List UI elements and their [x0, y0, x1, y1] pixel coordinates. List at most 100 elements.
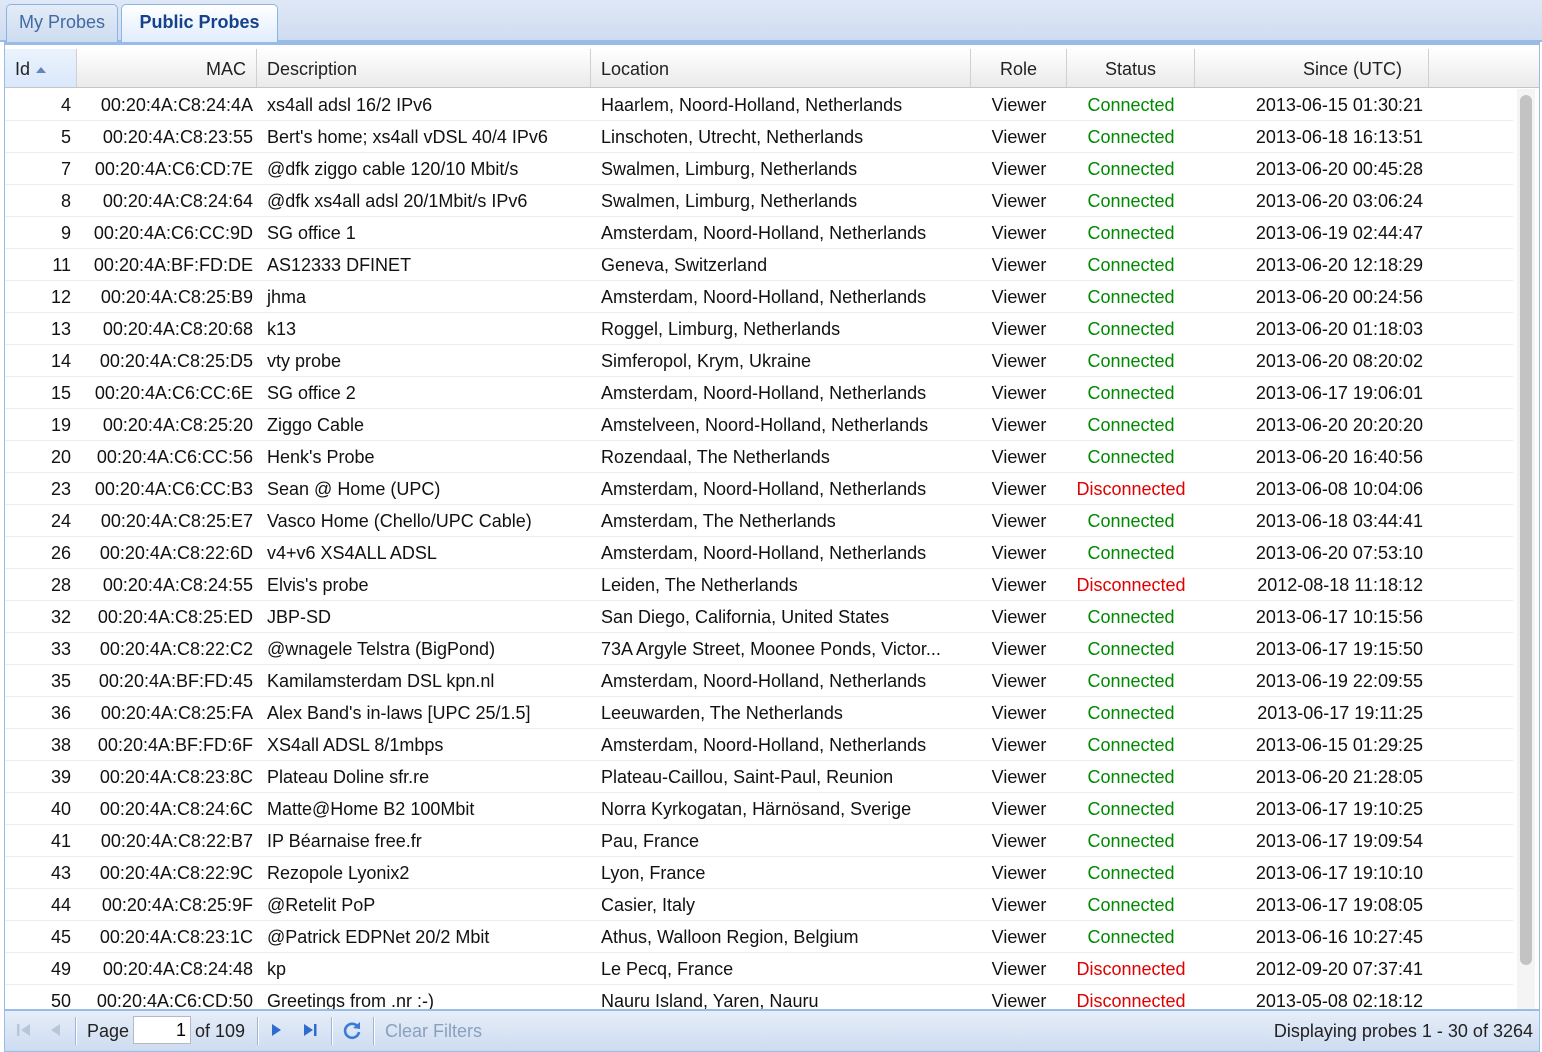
cell-since: 2013-06-17 19:06:01	[1255, 383, 1423, 403]
table-row[interactable]: 24 00:20:4A:C8:25:E7 Vasco Home (Chello/UP…	[5, 505, 1513, 537]
cell-description: @wnagele Telstra (BigPond)	[267, 639, 496, 659]
table-row[interactable]: 28 00:20:4A:C8:24:55 Elvis's probe Leiden, …	[5, 569, 1513, 601]
cell-since: 2013-06-17 19:11:25	[1257, 703, 1423, 723]
cell-status: Connected	[1087, 671, 1175, 691]
cell-role: Viewer	[991, 383, 1047, 403]
cell-role: Viewer	[991, 959, 1047, 979]
clear-filters-button[interactable]: Clear Filters	[385, 1011, 482, 1051]
column-header-status[interactable]: Status	[1067, 49, 1195, 87]
toolbar-separator	[331, 1017, 333, 1045]
cell-id: 14	[50, 351, 71, 371]
table-row[interactable]: 8 00:20:4A:C8:24:64 @dfk xs4all adsl 20/1M…	[5, 185, 1513, 217]
table-row[interactable]: 23 00:20:4A:C6:CC:B3 Sean @ Home (UPC) Amst…	[5, 473, 1513, 505]
column-header-filler	[1429, 49, 1539, 87]
table-row[interactable]: 32 00:20:4A:C8:25:ED JBP-SD San Diego, Cali…	[5, 601, 1513, 633]
cell-status: Connected	[1087, 511, 1175, 531]
cell-location: Amsterdam, Noord-Holland, Netherlands	[601, 735, 927, 755]
grid-header: Id MAC Description Location Role Status …	[5, 49, 1539, 88]
cell-id: 44	[50, 895, 71, 915]
first-page-icon[interactable]	[13, 1019, 35, 1041]
table-row[interactable]: 40 00:20:4A:C8:24:6C Matte@Home B2 100Mbit…	[5, 793, 1513, 825]
column-header-location[interactable]: Location	[591, 49, 971, 87]
cell-status: Connected	[1087, 351, 1175, 371]
cell-since: 2013-06-19 02:44:47	[1255, 223, 1423, 243]
cell-role: Viewer	[991, 671, 1047, 691]
cell-description: Sean @ Home (UPC)	[267, 479, 441, 499]
column-header-role[interactable]: Role	[971, 49, 1067, 87]
cell-since: 2013-06-16 10:27:45	[1255, 927, 1423, 947]
column-header-id[interactable]: Id	[5, 49, 77, 87]
table-row[interactable]: 7 00:20:4A:C6:CD:7E @dfk ziggo cable 120/1…	[5, 153, 1513, 185]
cell-mac: 00:20:4A:C8:24:6C	[99, 799, 253, 819]
cell-id: 32	[50, 607, 71, 627]
table-row[interactable]: 41 00:20:4A:C8:22:B7 IP Béarnaise free.fr P…	[5, 825, 1513, 857]
cell-description: Greetings from .nr :-)	[267, 991, 435, 1010]
table-row[interactable]: 44 00:20:4A:C8:25:9F @Retelit PoP Casier, I…	[5, 889, 1513, 921]
cell-mac: 00:20:4A:C8:24:4A	[100, 95, 253, 115]
cell-status: Connected	[1087, 287, 1175, 307]
vertical-scrollbar[interactable]	[1517, 89, 1535, 1009]
cell-mac: 00:20:4A:C6:CD:7E	[94, 159, 253, 179]
cell-status: Disconnected	[1076, 575, 1186, 595]
cell-location: Leiden, The Netherlands	[601, 575, 798, 595]
cell-id: 39	[50, 767, 71, 787]
table-row[interactable]: 35 00:20:4A:BF:FD:45 Kamilamsterdam DSL kp…	[5, 665, 1513, 697]
grid-body: 4 00:20:4A:C8:24:4A xs4all adsl 16/2 IPv6 H…	[5, 89, 1513, 1010]
cell-since: 2013-06-19 22:09:55	[1255, 671, 1423, 691]
table-row[interactable]: 20 00:20:4A:C6:CC:56 Henk's Probe Rozendaal…	[5, 441, 1513, 473]
prev-page-icon[interactable]	[45, 1019, 67, 1041]
cell-id: 40	[50, 799, 71, 819]
table-row[interactable]: 19 00:20:4A:C8:25:20 Ziggo Cable Amstelveen…	[5, 409, 1513, 441]
table-row[interactable]: 11 00:20:4A:BF:FD:DE AS12333 DFINET Geneva,…	[5, 249, 1513, 281]
cell-since: 2013-06-20 07:53:10	[1255, 543, 1423, 563]
cell-id: 50	[50, 991, 71, 1010]
column-header-id-label: Id	[15, 59, 31, 79]
table-row[interactable]: 26 00:20:4A:C8:22:6D v4+v6 XS4ALL ADSL Amst…	[5, 537, 1513, 569]
cell-location: Haarlem, Noord-Holland, Netherlands	[601, 95, 903, 115]
cell-mac: 00:20:4A:C8:22:C2	[99, 639, 253, 659]
cell-role: Viewer	[991, 159, 1047, 179]
cell-mac: 00:20:4A:C8:25:D5	[99, 351, 253, 371]
table-row[interactable]: 49 00:20:4A:C8:24:48 kp Le Pecq, France View…	[5, 953, 1513, 985]
tab-my-probes[interactable]: My Probes	[6, 4, 118, 42]
cell-mac: 00:20:4A:C8:22:B7	[100, 831, 253, 851]
table-row[interactable]: 38 00:20:4A:BF:FD:6F XS4all ADSL 8/1mbps Am…	[5, 729, 1513, 761]
table-row[interactable]: 33 00:20:4A:C8:22:C2 @wnagele Telstra (Big…	[5, 633, 1513, 665]
cell-location: Pau, France	[601, 831, 700, 851]
table-row[interactable]: 5 00:20:4A:C8:23:55 Bert's home; xs4all vD…	[5, 121, 1513, 153]
toolbar-separator	[257, 1017, 259, 1045]
cell-role: Viewer	[991, 575, 1047, 595]
cell-status: Connected	[1087, 863, 1175, 883]
cell-location: Norra Kyrkogatan, Härnösand, Sverige	[601, 799, 912, 819]
tab-public-probes[interactable]: Public Probes	[121, 4, 278, 44]
table-row[interactable]: 12 00:20:4A:C8:25:B9 jhma Amsterdam, Noord-…	[5, 281, 1513, 313]
table-row[interactable]: 50 00:20:4A:C6:CD:50 Greetings from .nr :-…	[5, 985, 1513, 1010]
table-row[interactable]: 36 00:20:4A:C8:25:FA Alex Band's in-laws […	[5, 697, 1513, 729]
cell-id: 12	[50, 287, 71, 307]
table-row[interactable]: 43 00:20:4A:C8:22:9C Rezopole Lyonix2 Lyon,…	[5, 857, 1513, 889]
column-header-mac[interactable]: MAC	[77, 49, 257, 87]
cell-role: Viewer	[991, 799, 1047, 819]
cell-location: Athus, Walloon Region, Belgium	[601, 927, 859, 947]
scrollbar-thumb[interactable]	[1520, 95, 1532, 965]
table-row[interactable]: 45 00:20:4A:C8:23:1C @Patrick EDPNet 20/2 …	[5, 921, 1513, 953]
last-page-icon[interactable]	[299, 1019, 321, 1041]
refresh-icon[interactable]	[341, 1019, 363, 1041]
cell-status: Connected	[1087, 895, 1175, 915]
cell-role: Viewer	[991, 191, 1047, 211]
column-header-since[interactable]: Since (UTC)	[1195, 49, 1429, 87]
cell-description: @dfk ziggo cable 120/10 Mbit/s	[267, 159, 519, 179]
cell-since: 2013-06-08 10:04:06	[1255, 479, 1423, 499]
table-row[interactable]: 15 00:20:4A:C6:CC:6E SG office 2 Amsterdam,…	[5, 377, 1513, 409]
next-page-icon[interactable]	[265, 1019, 287, 1041]
table-row[interactable]: 13 00:20:4A:C8:20:68 k13 Roggel, Limburg, N…	[5, 313, 1513, 345]
table-row[interactable]: 9 00:20:4A:C6:CC:9D SG office 1 Amsterdam, …	[5, 217, 1513, 249]
page-number-input[interactable]	[133, 1016, 191, 1044]
table-row[interactable]: 39 00:20:4A:C8:23:8C Plateau Doline sfr.re…	[5, 761, 1513, 793]
column-header-description[interactable]: Description	[257, 49, 591, 87]
cell-location: Amsterdam, Noord-Holland, Netherlands	[601, 287, 927, 307]
table-row[interactable]: 4 00:20:4A:C8:24:4A xs4all adsl 16/2 IPv6 H…	[5, 89, 1513, 121]
cell-status: Connected	[1087, 415, 1175, 435]
table-row[interactable]: 14 00:20:4A:C8:25:D5 vty probe Simferopol, …	[5, 345, 1513, 377]
cell-status: Connected	[1087, 383, 1175, 403]
